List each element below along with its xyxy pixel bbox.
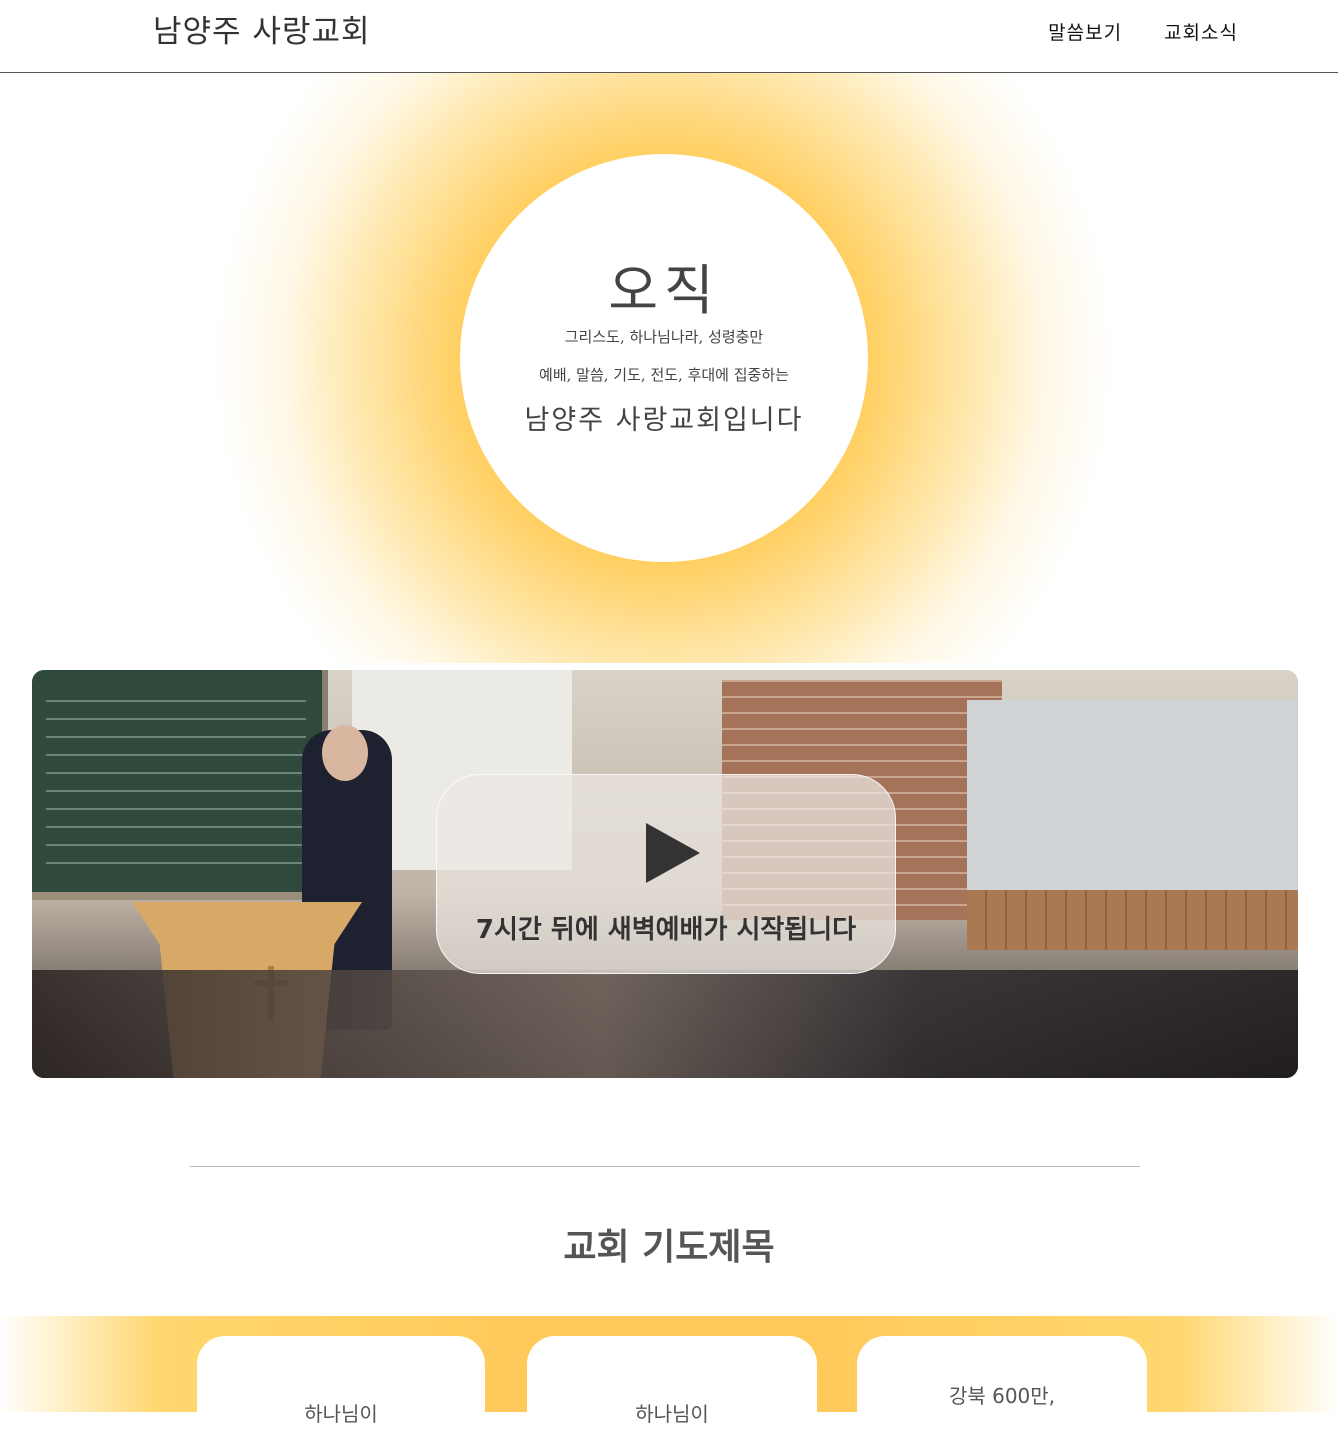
nav-sermons-link[interactable]: 말씀보기 xyxy=(1048,18,1122,45)
hero-subtext-1: 그리스도, 하나님나라, 성령충만 xyxy=(564,328,764,346)
section-divider xyxy=(190,1166,1140,1167)
nav-news-link[interactable]: 교회소식 xyxy=(1164,18,1238,45)
prayer-card[interactable]: 하나님이 xyxy=(197,1336,485,1456)
video-countdown-text: 7시간 뒤에 새벽예배가 시작됩니다 xyxy=(475,915,857,945)
site-title[interactable]: 남양주 사랑교회 xyxy=(153,6,371,51)
hero-subtext-2: 예배, 말씀, 기도, 전도, 후대에 집중하는 xyxy=(539,366,789,384)
site-header: 남양주 사랑교회 말씀보기 교회소식 xyxy=(0,0,1338,73)
video-overlay[interactable]: 7시간 뒤에 새벽예배가 시작됩니다 xyxy=(436,774,896,974)
hero-circle: 오직 그리스도, 하나님나라, 성령충만 예배, 말씀, 기도, 전도, 후대에… xyxy=(460,154,868,562)
worship-video[interactable]: 7시간 뒤에 새벽예배가 시작됩니다 xyxy=(32,670,1298,1078)
hero-section: 오직 그리스도, 하나님나라, 성령충만 예배, 말씀, 기도, 전도, 후대에… xyxy=(0,73,1338,663)
prayer-card-text: 하나님이 xyxy=(635,1402,709,1426)
prayer-card-text: 강북 600만, xyxy=(948,1384,1056,1408)
hero-heading: 오직 xyxy=(608,259,720,322)
prayer-card[interactable]: 강북 600만, xyxy=(857,1336,1147,1456)
video-right-screen xyxy=(967,700,1298,890)
video-pastor-head xyxy=(322,725,368,781)
main-nav: 말씀보기 교회소식 xyxy=(1048,18,1238,45)
hero-tagline: 남양주 사랑교회입니다 xyxy=(524,405,804,436)
video-audience xyxy=(32,970,1298,1078)
prayer-card[interactable]: 하나님이 xyxy=(527,1336,817,1456)
prayer-card-text: 하나님이 xyxy=(304,1402,378,1426)
video-wood-wall xyxy=(967,890,1298,950)
prayer-section-title: 교회 기도제목 xyxy=(563,1227,775,1268)
video-chalkboard xyxy=(32,670,328,900)
play-icon[interactable] xyxy=(646,823,700,883)
